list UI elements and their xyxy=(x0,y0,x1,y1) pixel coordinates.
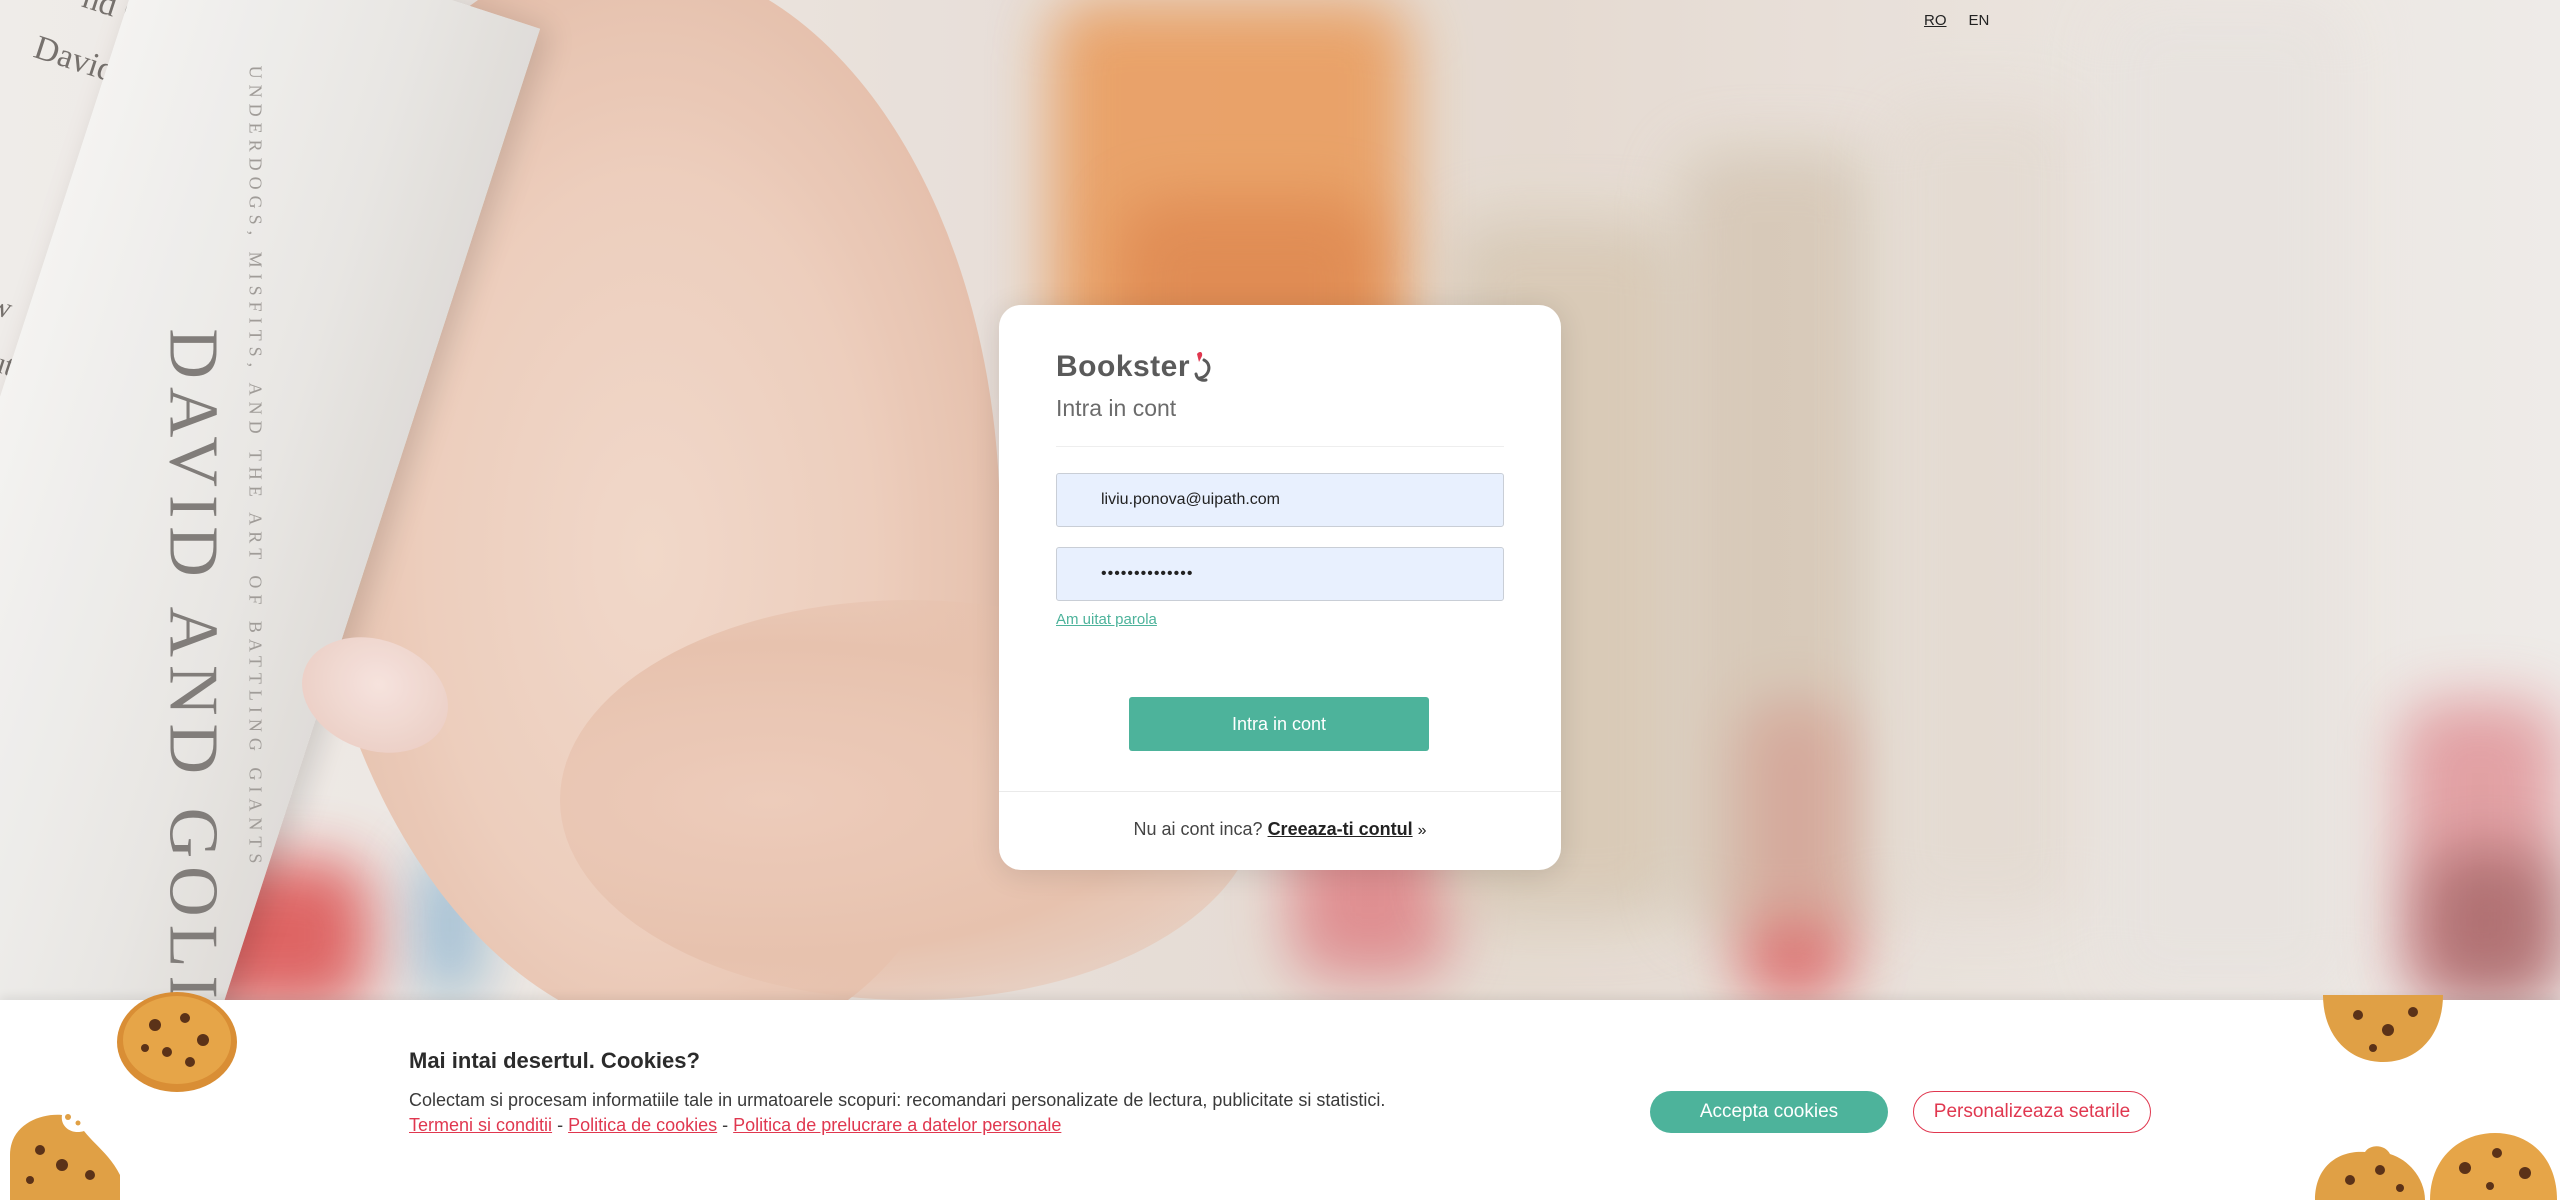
login-title: Intra in cont xyxy=(1056,395,1177,421)
language-switch: RO EN xyxy=(1924,12,1989,29)
link-separator: - xyxy=(552,1115,569,1135)
login-button[interactable]: Intra in cont xyxy=(1129,697,1429,751)
create-account-link[interactable]: Creeaza-ti contul xyxy=(1268,819,1413,839)
password-field[interactable] xyxy=(1056,547,1504,601)
cookie-policy-link[interactable]: Politica de cookies xyxy=(568,1115,717,1135)
email-field[interactable] xyxy=(1056,473,1504,527)
double-chevron-right-icon: » xyxy=(1417,822,1427,839)
customize-settings-button[interactable]: Personalizeaza setarile xyxy=(1913,1091,2151,1133)
privacy-policy-link[interactable]: Politica de prelucrare a datelor persona… xyxy=(733,1115,1061,1135)
bookster-logo[interactable]: Bookster xyxy=(1056,350,1214,384)
cookie-icon xyxy=(2323,995,2443,1062)
bitten-cookie-icon xyxy=(10,1114,120,1200)
signup-prompt: Nu ai cont inca? Creeaza-ti contul » xyxy=(999,819,1561,840)
cookie-banner: Mai intai desertul. Cookies? Colectam si… xyxy=(0,992,2560,1200)
terms-link[interactable]: Termeni si conditii xyxy=(409,1115,552,1135)
language-en-link[interactable]: EN xyxy=(1969,12,1990,29)
no-account-text: Nu ai cont inca? xyxy=(1133,819,1263,839)
cookie-description: Colectam si procesam informatiile tale i… xyxy=(409,1090,1386,1110)
logo-smile-icon xyxy=(1194,351,1211,382)
cookie-icon xyxy=(117,992,237,1092)
accept-cookies-button[interactable]: Accepta cookies xyxy=(1650,1091,1888,1133)
cookie-icon xyxy=(2430,1133,2557,1200)
forgot-password-link[interactable]: Am uitat parola xyxy=(1056,611,1157,628)
bitten-cookie-icon xyxy=(2315,1146,2425,1200)
cookie-policy-links: Termeni si conditii - Politica de cookie… xyxy=(409,1115,1061,1136)
divider xyxy=(1056,446,1504,447)
logo-text: Bookster xyxy=(1056,350,1191,383)
language-ro-link[interactable]: RO xyxy=(1924,12,1947,29)
cookie-title: Mai intai desertul. Cookies? xyxy=(409,1048,700,1073)
login-card: Bookster Intra in cont Am uitat parola I… xyxy=(999,305,1561,870)
link-separator: - xyxy=(717,1115,734,1135)
divider xyxy=(999,791,1561,792)
